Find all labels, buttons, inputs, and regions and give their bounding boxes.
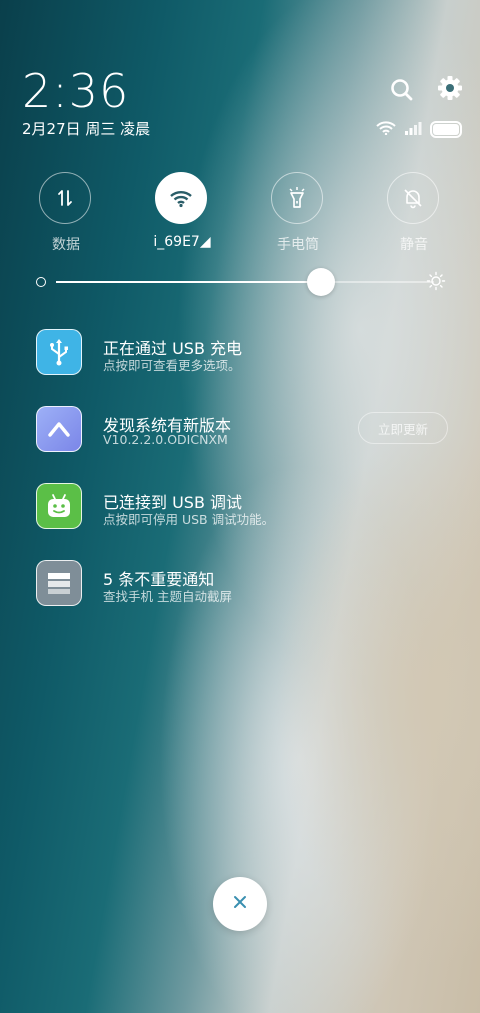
- toggle-label: i_69E7◢: [153, 234, 211, 250]
- toggle-label: 手电筒: [277, 237, 319, 253]
- update-now-button[interactable]: 立即更新: [358, 412, 448, 444]
- android-icon: [36, 483, 82, 529]
- folded-notifications-icon: [36, 560, 82, 606]
- toggle-flashlight[interactable]: 手电筒: [271, 172, 325, 253]
- gear-icon[interactable]: [436, 74, 464, 102]
- brightness-fill: [56, 281, 321, 283]
- update-icon: [36, 406, 82, 452]
- notification-usb-charging[interactable]: 正在通过 USB 充电 点按即可查看更多选项。: [36, 329, 456, 377]
- data-arrows-icon: [39, 172, 91, 224]
- signal-icon: [404, 120, 422, 139]
- notification-subtitle: 点按即可查看更多选项。: [103, 358, 241, 373]
- clear-notifications-button[interactable]: [213, 877, 267, 931]
- toggle-label: 静音: [400, 237, 428, 253]
- battery-level: [433, 124, 459, 135]
- flashlight-icon: [271, 172, 323, 224]
- brightness-thumb[interactable]: [306, 268, 335, 296]
- clock-date: 2月27日 周三 凌晨: [22, 120, 151, 138]
- toggle-wifi[interactable]: i_69E7◢: [153, 172, 211, 250]
- search-icon[interactable]: [388, 76, 416, 104]
- brightness-high-icon: [426, 271, 446, 291]
- toggle-label: 数据: [52, 237, 80, 253]
- bell-off-icon: [387, 172, 439, 224]
- notification-subtitle: 查找手机 主题自动截屏: [103, 589, 232, 604]
- toggle-mobile-data[interactable]: 数据: [39, 172, 93, 253]
- status-bar: [376, 120, 462, 139]
- brightness-slider[interactable]: [36, 268, 446, 298]
- wifi-icon: [376, 120, 396, 139]
- toggle-silent[interactable]: 静音: [387, 172, 441, 253]
- close-icon: [232, 894, 248, 914]
- notification-subtitle: V10.2.2.0.ODICNXM: [103, 432, 228, 447]
- notification-shade: 2:36 2月27日 周三 凌晨 数据 i_69E7◢ 手电筒 静音 正在通过 …: [0, 0, 480, 1013]
- usb-icon: [36, 329, 82, 375]
- notification-folded-group[interactable]: 5 条不重要通知 查找手机 主题自动截屏: [36, 560, 456, 608]
- wifi-icon: [155, 172, 207, 224]
- notification-usb-debugging[interactable]: 已连接到 USB 调试 点按即可停用 USB 调试功能。: [36, 483, 456, 531]
- notification-system-update[interactable]: 发现系统有新版本 V10.2.2.0.ODICNXM 立即更新: [36, 406, 456, 454]
- notification-subtitle: 点按即可停用 USB 调试功能。: [103, 512, 275, 527]
- battery-icon: [430, 121, 462, 138]
- brightness-low-icon: [36, 277, 46, 287]
- clock-time: 2:36: [22, 64, 130, 118]
- brightness-track[interactable]: [56, 268, 434, 296]
